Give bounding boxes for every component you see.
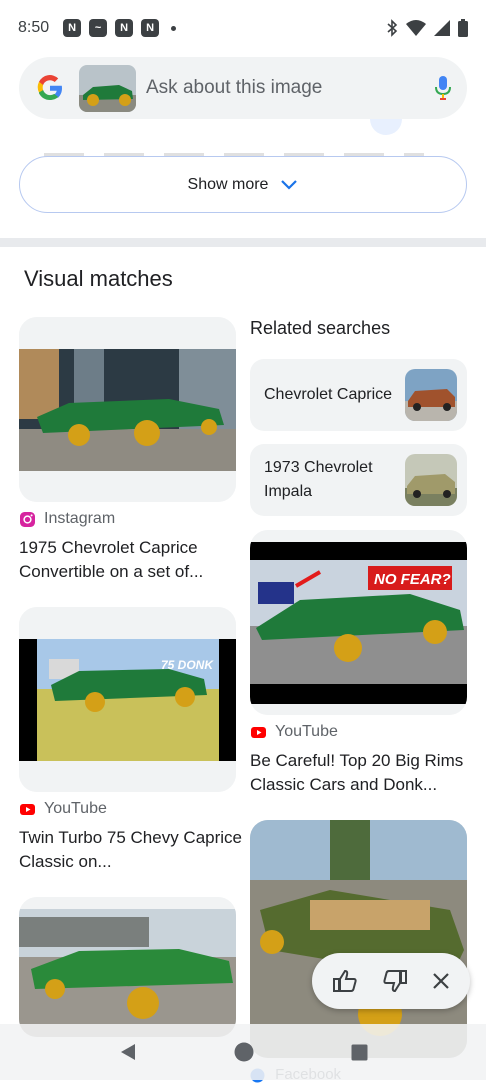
- related-search-label: 1973 Chevrolet Impala: [264, 459, 373, 500]
- messenger-icon: ~: [89, 19, 108, 37]
- thumbs-up-icon[interactable]: [332, 969, 358, 993]
- youtube-icon: [251, 726, 266, 738]
- microphone-icon[interactable]: [433, 75, 453, 101]
- related-search-thumbnail: [405, 454, 457, 506]
- show-more-button[interactable]: Show more: [19, 156, 467, 213]
- source-name: YouTube: [275, 723, 338, 740]
- instagram-icon: [20, 511, 35, 527]
- visual-match-caption[interactable]: Be Careful! Top 20 Big Rims Classic Cars…: [250, 749, 480, 797]
- related-search-chip[interactable]: Chevrolet Caprice: [250, 359, 467, 431]
- visual-match-image[interactable]: [19, 317, 236, 502]
- visual-matches-title: Visual matches: [24, 266, 173, 291]
- query-image-thumbnail[interactable]: [79, 64, 136, 112]
- visual-match-image[interactable]: [19, 897, 236, 1037]
- bluetooth-icon: [387, 19, 398, 37]
- related-search-thumbnail: [405, 369, 457, 421]
- source-name: YouTube: [44, 800, 107, 817]
- recents-icon[interactable]: [351, 1044, 368, 1061]
- close-icon[interactable]: [432, 972, 450, 990]
- visual-match-caption[interactable]: Twin Turbo 75 Chevy Caprice Classic on..…: [19, 826, 244, 874]
- back-icon[interactable]: [119, 1043, 137, 1061]
- search-input[interactable]: Ask about this image: [146, 77, 433, 99]
- visual-match-image[interactable]: 75 DONK: [19, 607, 236, 792]
- source-youtube[interactable]: YouTube: [250, 723, 338, 741]
- related-search-chip[interactable]: 1973 Chevrolet Impala: [250, 444, 467, 516]
- notification-app-icon: N: [141, 19, 160, 37]
- status-time: 8:50: [18, 19, 50, 36]
- thumbnail-overlay-text: 75 DONK: [161, 658, 214, 672]
- source-youtube[interactable]: YouTube: [19, 800, 107, 818]
- section-divider: [0, 238, 486, 247]
- notification-app-icon: N: [115, 19, 134, 37]
- system-navigation-bar: [0, 1024, 486, 1080]
- thumbs-down-icon[interactable]: [382, 969, 408, 993]
- wifi-icon: [406, 20, 426, 36]
- lens-search-bar[interactable]: Ask about this image: [19, 57, 467, 119]
- source-instagram[interactable]: Instagram: [19, 510, 115, 528]
- signal-icon: [434, 20, 450, 36]
- notification-app-icon: N: [63, 19, 82, 37]
- related-search-label: Chevrolet Caprice: [264, 386, 393, 403]
- thumbnail-overlay-text: NO FEAR?: [374, 571, 451, 588]
- google-logo-icon: [37, 75, 62, 101]
- visual-match-image[interactable]: NO FEAR?: [250, 530, 467, 715]
- youtube-icon: [20, 803, 35, 815]
- status-bar: 8:50 N ~ N N: [0, 0, 486, 56]
- home-icon[interactable]: [234, 1042, 254, 1062]
- battery-icon: [458, 19, 468, 37]
- related-searches-title: Related searches: [250, 318, 391, 338]
- source-name: Instagram: [44, 510, 116, 527]
- scrolled-content-remnant: [0, 119, 486, 159]
- chevron-down-icon: [281, 179, 298, 190]
- more-notifications-dot: [171, 25, 177, 31]
- visual-match-caption[interactable]: 1975 Chevrolet Caprice Convertible on a …: [19, 536, 244, 584]
- visual-match-image[interactable]: [250, 820, 467, 1058]
- show-more-label: Show more: [187, 175, 269, 193]
- feedback-pill: [312, 953, 470, 1009]
